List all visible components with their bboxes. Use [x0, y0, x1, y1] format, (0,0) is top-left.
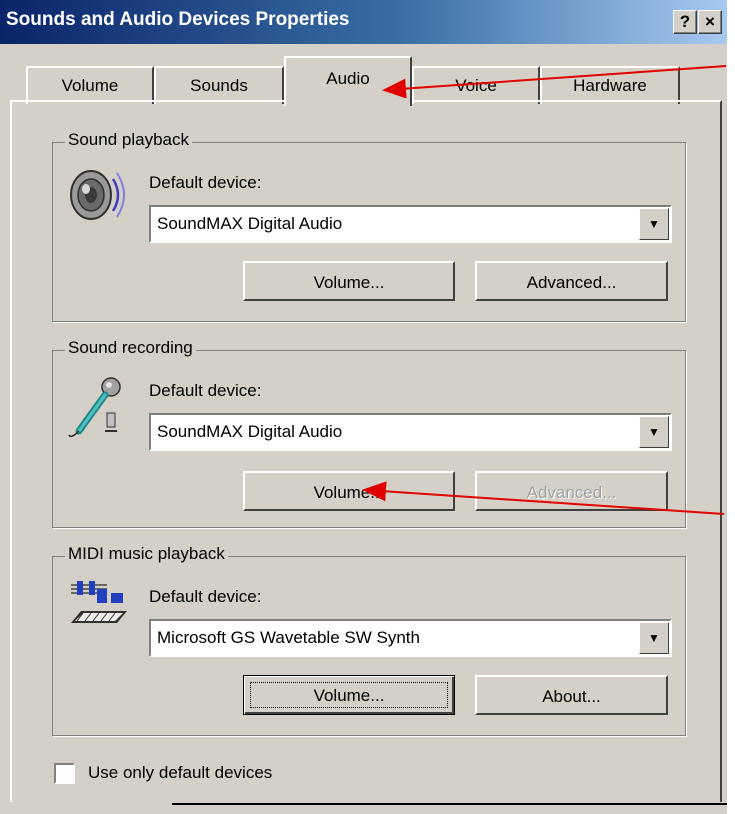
annotation-arrows: [362, 65, 727, 515]
annotation-arrow-audio-tab: [382, 65, 727, 99]
annotation-arrow-recording-volume: [362, 481, 725, 515]
